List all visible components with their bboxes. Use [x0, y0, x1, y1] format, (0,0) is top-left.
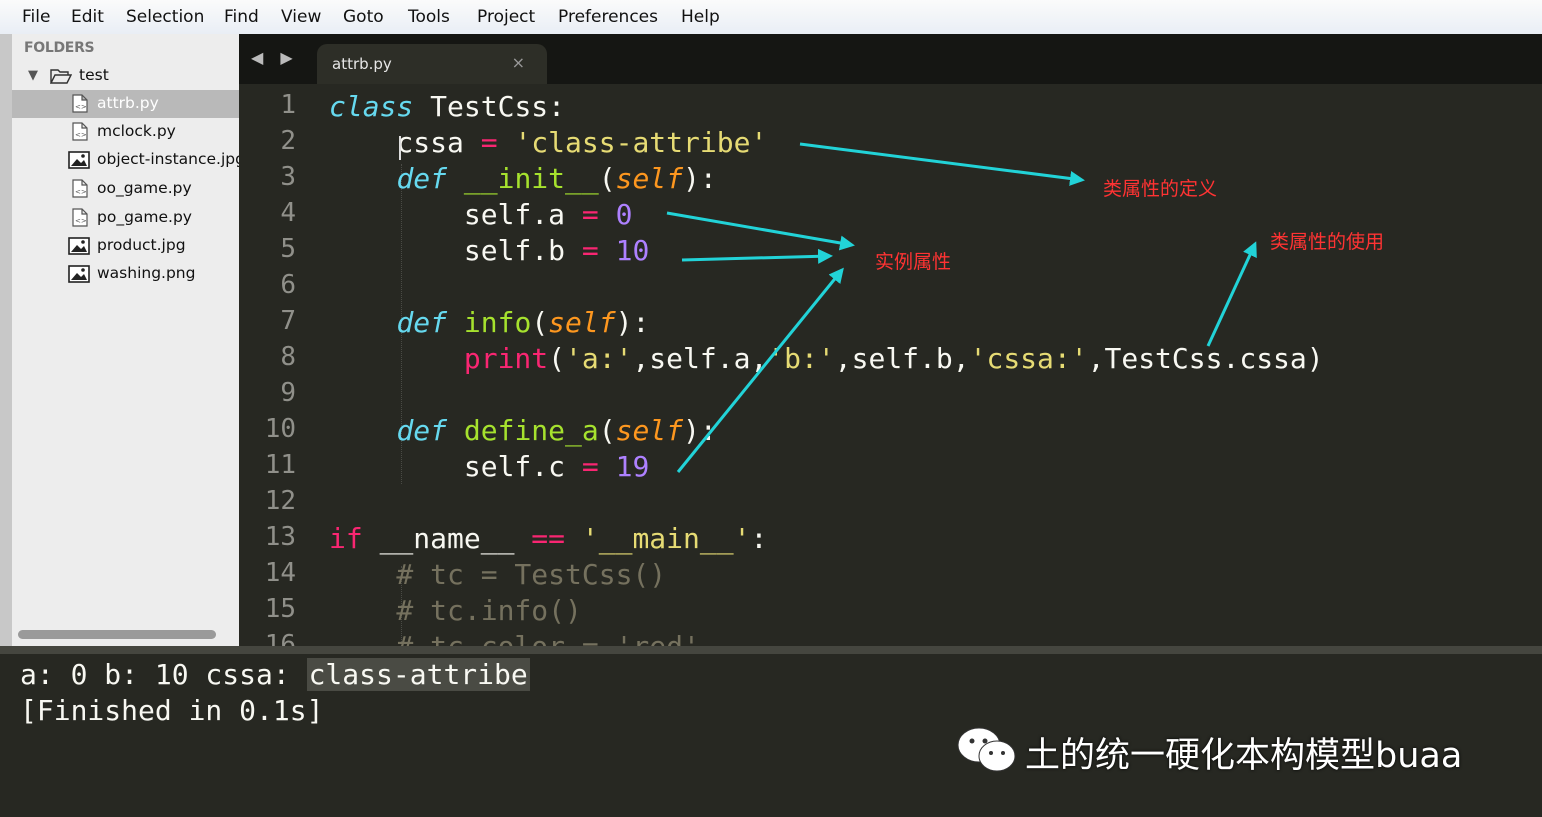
wechat-icon [957, 727, 1016, 772]
arrow-instance-a [666, 211, 855, 251]
arrow-instance-c [676, 267, 844, 473]
arrow-class-attr-def [799, 142, 1085, 186]
arrow-instance-b [681, 248, 833, 264]
annotation-instance-attr: 实例属性 [875, 251, 952, 273]
annotation-arrows [666, 142, 1257, 473]
annotation-class-attr-use: 类属性的使用 [1270, 231, 1385, 253]
annotation-class-attr-def: 类属性的定义 [1103, 178, 1218, 200]
arrow-class-attr-use [1206, 241, 1257, 347]
watermark-text: 土的统一硬化本构模型buaa [1025, 736, 1463, 776]
